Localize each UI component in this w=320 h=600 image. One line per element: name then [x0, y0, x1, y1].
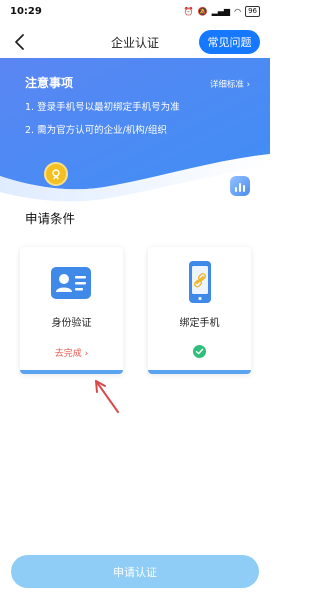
conditions-title: 申请条件 [25, 211, 76, 226]
battery-icon: 96 [245, 5, 260, 17]
apply-certification-button[interactable]: 申请认证 [11, 555, 259, 588]
identity-verification-card[interactable]: 身份验证 去完成 › [20, 247, 123, 374]
wifi-icon: ◠ [234, 6, 242, 16]
bar-chart-icon [230, 176, 250, 196]
detail-standard-link[interactable]: 详细标准 › [210, 78, 250, 90]
status-bar: 10:29 ⏰ 🔕 ▂▄▆ ◠ 96 [0, 0, 270, 22]
status-time: 10:29 [10, 5, 42, 17]
card-bottom-bar [148, 370, 251, 374]
notice-item: 1. 登录手机号以最初绑定手机号为准 [25, 102, 180, 113]
card-label: 身份验证 [51, 318, 92, 329]
bind-phone-card[interactable]: 绑定手机 [148, 247, 251, 374]
alarm-icon: ⏰ [183, 6, 194, 16]
back-arrow-icon[interactable] [10, 32, 30, 52]
card-bottom-bar [20, 370, 123, 374]
chevron-right-icon: › [84, 349, 89, 359]
card-label: 绑定手机 [179, 318, 220, 329]
phone-link-icon [189, 261, 211, 303]
go-complete-label: 去完成 [54, 349, 82, 359]
notice-banner: 注意事项 详细标准 › 1. 登录手机号以最初绑定手机号为准 2. 需为官方认可… [0, 58, 270, 208]
signal-icon: ▂▄▆ [211, 6, 231, 16]
id-card-icon [51, 267, 91, 299]
notice-title: 注意事项 [25, 76, 74, 90]
coin-medal-icon [44, 162, 68, 186]
check-circle-icon [193, 345, 206, 358]
go-complete-link[interactable]: 去完成 › [20, 346, 123, 359]
faq-button[interactable]: 常见问题 [199, 30, 260, 54]
chevron-right-icon: › [246, 80, 250, 90]
nav-bar: 企业认证 常见问题 [0, 26, 270, 58]
status-icons: ⏰ 🔕 ▂▄▆ ◠ 96 [183, 5, 260, 17]
mute-icon: 🔕 [197, 6, 208, 16]
detail-standard-label: 详细标准 [209, 80, 244, 90]
notice-item: 2. 需为官方认可的企业/机构/组织 [25, 125, 167, 136]
